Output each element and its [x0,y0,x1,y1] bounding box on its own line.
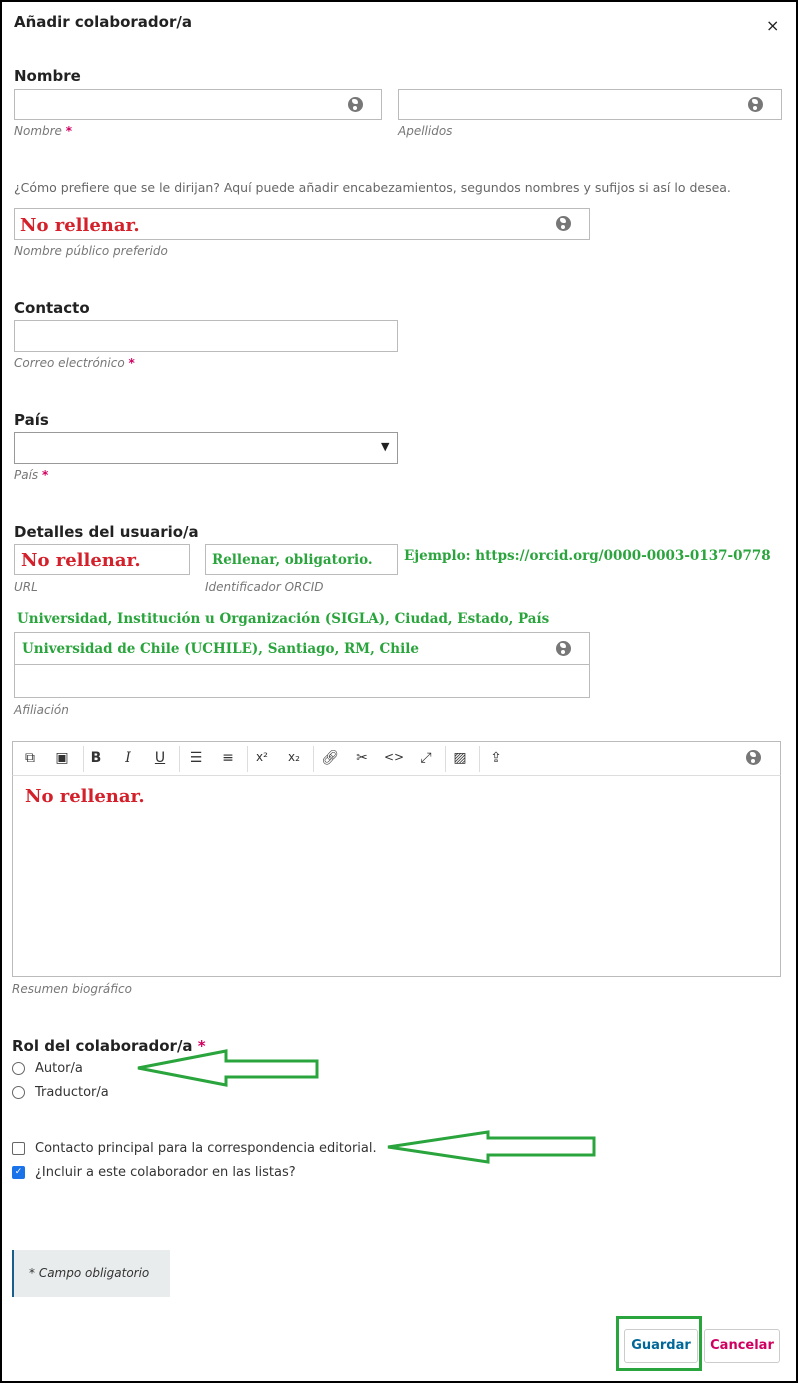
bold-icon[interactable]: B [85,750,107,766]
cancel-button[interactable]: Cancelar [704,1329,780,1363]
fullscreen-icon[interactable]: ⤢ [415,750,437,766]
name-heading: Nombre [14,67,81,85]
affiliation-input[interactable]: Universidad de Chile (UCHILE), Santiago,… [14,632,590,665]
country-heading: País [14,411,49,429]
public-name-label: Nombre público preferido [14,244,168,258]
contact-heading: Contacto [14,299,90,317]
save-button[interactable]: Guardar [624,1329,698,1363]
close-icon[interactable]: × [766,16,779,35]
first-name-input[interactable] [14,89,382,120]
orcid-value: Rellenar, obligatorio. [212,552,373,568]
bio-label: Resumen biográfico [12,982,132,996]
public-name-input[interactable]: No rellenar. [14,208,590,240]
bullet-list-icon[interactable]: ☰ [185,750,207,766]
affiliation-label: Afiliación [14,703,69,717]
globe-icon[interactable] [746,750,761,765]
italic-icon[interactable]: I [117,750,139,766]
unlink-icon[interactable]: ✂ [351,750,373,766]
role-author-radio[interactable] [12,1062,25,1075]
editor-toolbar: ⧉ ▣ B I U ☰ ≡ x² x₂ 🔗︎ ✂ <> ⤢ ▨ ⇪ [12,741,781,776]
url-input[interactable]: No rellenar. [14,544,190,575]
required-note-text: * Campo obligatorio [29,1266,150,1280]
affiliation-input-secondary[interactable] [14,664,590,698]
country-label: País * [14,468,49,482]
subscript-icon[interactable]: x₂ [283,750,305,764]
primary-contact-checkbox[interactable] [12,1142,25,1155]
affiliation-value: Universidad de Chile (UCHILE), Santiago,… [22,641,419,657]
primary-contact-label: Contacto principal para la correspondenc… [35,1141,377,1156]
orcid-example-annotation: Ejemplo: https://orcid.org/0000-0003-013… [404,548,771,564]
role-author-label: Autor/a [35,1061,83,1076]
orcid-label: Identificador ORCID [205,580,324,594]
globe-icon[interactable] [556,216,571,231]
country-select[interactable]: ▼ [14,432,398,464]
globe-icon[interactable] [348,97,363,112]
affiliation-hint-annotation: Universidad, Institución u Organización … [17,611,550,627]
email-label: Correo electrónico * [14,356,135,370]
last-name-label: Apellidos [398,124,453,138]
bio-content: No rellenar. [25,786,145,807]
annotation-arrow-contact [387,1130,596,1164]
chevron-down-icon: ▼ [381,440,390,453]
required-fields-note: * Campo obligatorio [12,1250,170,1297]
public-name-help: ¿Cómo prefiere que se le dirijan? Aquí p… [14,180,731,195]
paste-icon[interactable]: ▣ [51,750,73,766]
superscript-icon[interactable]: x² [251,750,273,764]
url-value: No rellenar. [21,550,141,571]
copy-icon[interactable]: ⧉ [19,750,41,766]
include-in-lists-checkbox[interactable]: ✓ [12,1166,25,1179]
link-icon[interactable]: 🔗︎ [319,750,341,766]
url-label: URL [14,580,38,594]
code-icon[interactable]: <> [383,750,405,764]
user-details-heading: Detalles del usuario/a [14,523,199,541]
orcid-input[interactable]: Rellenar, obligatorio. [205,544,398,575]
bio-editor[interactable]: No rellenar. [12,776,781,977]
globe-icon[interactable] [748,97,763,112]
upload-icon[interactable]: ⇪ [485,750,507,766]
annotation-arrow-role [137,1049,319,1087]
first-name-label: Nombre * [14,124,73,138]
public-name-value: No rellenar. [20,215,140,236]
role-translator-label: Traductor/a [35,1085,109,1100]
globe-icon[interactable] [556,641,571,656]
underline-icon[interactable]: U [149,750,171,766]
role-translator-radio[interactable] [12,1086,25,1099]
numbered-list-icon[interactable]: ≡ [217,750,239,766]
image-icon[interactable]: ▨ [449,750,471,766]
dialog-title: Añadir colaborador/a [14,13,192,31]
include-in-lists-label: ¿Incluir a este colaborador en las lista… [35,1165,296,1180]
last-name-input[interactable] [398,89,782,120]
email-field[interactable] [14,320,398,352]
